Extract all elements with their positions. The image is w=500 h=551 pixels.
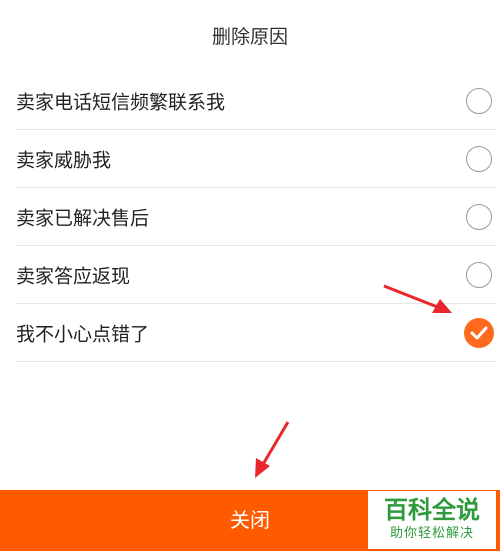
annotation-arrows — [255, 284, 452, 478]
watermark-sub: 助你轻松解决 — [389, 526, 474, 541]
annotation-arrow-icon — [255, 421, 290, 478]
watermark-main: 百科全说 — [384, 496, 480, 524]
annotation-arrow-icon — [383, 284, 452, 313]
watermark-logo: 百科全说 助你轻松解决 — [368, 491, 496, 549]
